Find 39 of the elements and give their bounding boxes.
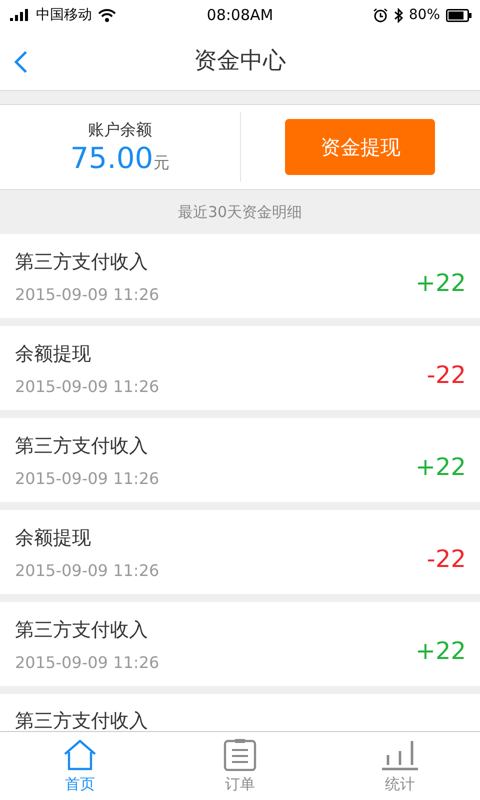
transaction-date: 2015-09-09 11:26 — [15, 376, 160, 396]
transaction-amount: +22 — [415, 637, 466, 665]
transaction-title: 第三方支付收入 — [15, 709, 148, 731]
transaction-date: 2015-09-09 11:26 — [15, 560, 160, 580]
transaction-row[interactable]: 第三方支付收入 2015-09-09 11:26 +22 — [0, 234, 480, 318]
transaction-amount: -22 — [426, 361, 466, 389]
transaction-title: 第三方支付收入 — [15, 434, 149, 458]
transaction-row[interactable]: 余额提现 2015-09-09 11:26 -22 — [0, 510, 480, 594]
currency-unit: 元 — [153, 152, 170, 174]
bluetooth-icon — [394, 8, 403, 22]
clipboard-icon — [223, 738, 257, 770]
wifi-icon — [98, 8, 116, 22]
page-title: 资金中心 — [194, 46, 286, 76]
transaction-title: 第三方支付收入 — [15, 250, 149, 274]
home-icon — [63, 738, 97, 770]
transaction-title: 余额提现 — [15, 342, 92, 366]
balance-label: 账户余额 — [88, 120, 152, 140]
transaction-row[interactable]: 第三方支付收入 — [0, 694, 480, 731]
transaction-title: 余额提现 — [15, 526, 92, 550]
alarm-icon — [372, 8, 388, 22]
transaction-amount: -22 — [426, 545, 466, 573]
transaction-row[interactable]: 余额提现 2015-09-09 11:26 -22 — [0, 326, 480, 410]
bar-chart-icon — [381, 738, 419, 770]
transaction-amount: +22 — [415, 269, 466, 297]
transaction-amount: +22 — [415, 453, 466, 481]
transaction-date: 2015-09-09 11:26 — [15, 652, 160, 672]
battery-icon — [446, 8, 472, 22]
status-time: 08:08AM — [206, 6, 274, 24]
carrier-name: 中国移动 — [36, 6, 92, 24]
battery-percent: 80% — [408, 7, 440, 23]
back-icon — [14, 50, 28, 74]
transaction-row[interactable]: 第三方支付收入 2015-09-09 11:26 +22 — [0, 602, 480, 686]
transaction-row[interactable]: 第三方支付收入 2015-09-09 11:26 +22 — [0, 418, 480, 502]
balance-amount: 75.00 — [70, 140, 154, 174]
transaction-date: 2015-09-09 11:26 — [15, 284, 160, 304]
section-header: 最近30天资金明细 — [178, 202, 302, 222]
transaction-title: 第三方支付收入 — [15, 618, 149, 642]
signal-icon — [10, 9, 30, 21]
transaction-date: 2015-09-09 11:26 — [15, 468, 160, 488]
